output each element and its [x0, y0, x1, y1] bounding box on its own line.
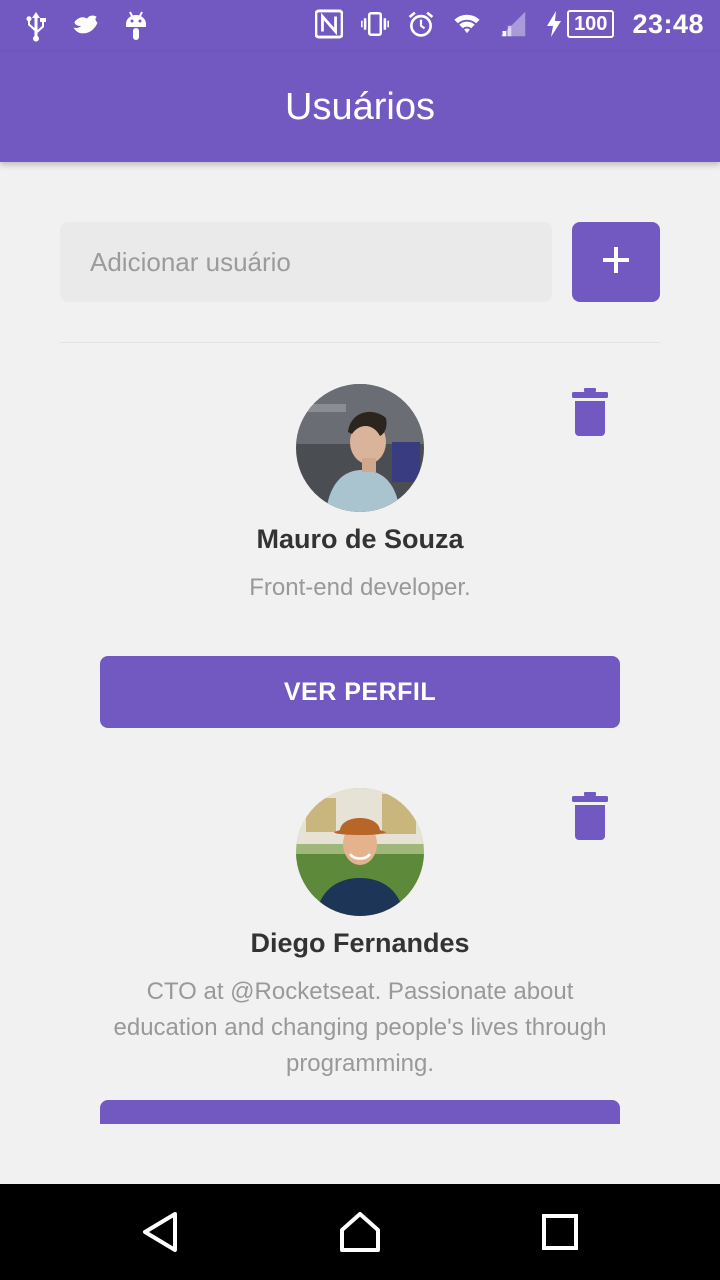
user-bio: Front-end developer. [249, 574, 471, 601]
clock: 23:48 [632, 8, 704, 39]
main-content[interactable]: Mauro de Souza Front-end developer. VER … [0, 162, 720, 1124]
user-bio: CTO at @Rocketseat. Passionate about edu… [113, 978, 607, 1077]
user-name: Diego Fernandes [250, 928, 470, 958]
wifi-icon [453, 8, 481, 40]
view-profile-button[interactable]: VER PERFIL [100, 656, 620, 728]
plus-icon [603, 246, 629, 278]
back-icon [140, 1210, 180, 1259]
vibrate-icon [361, 8, 390, 40]
recents-icon [541, 1213, 579, 1256]
status-bar: 100 23:48 [0, 0, 720, 52]
trash-icon [572, 387, 608, 441]
system-nav-bar [0, 1184, 720, 1280]
signal-icon [499, 8, 527, 40]
usb-icon [22, 10, 50, 42]
status-right-icons: 100 23:48 [315, 8, 704, 40]
alarm-icon [407, 8, 435, 40]
add-user-button[interactable] [572, 222, 660, 302]
add-user-input[interactable] [60, 222, 552, 302]
nfc-icon [315, 8, 344, 40]
recents-button[interactable] [538, 1212, 582, 1256]
divider [60, 342, 660, 343]
android-icon [122, 10, 150, 42]
view-profile-button[interactable]: VER PERFIL [100, 1100, 620, 1124]
back-button[interactable] [138, 1210, 182, 1259]
home-button[interactable] [338, 1210, 382, 1259]
add-user-form [60, 222, 660, 302]
page-title: Usuários [285, 85, 435, 128]
user-card: Diego Fernandes CTO at @Rocketseat. Pass… [60, 788, 660, 1124]
avatar [296, 788, 424, 916]
status-left-icons [22, 10, 150, 42]
bird-icon [72, 10, 100, 42]
home-icon [338, 1210, 382, 1259]
user-card: Mauro de Souza Front-end developer. VER … [60, 384, 660, 728]
user-name: Mauro de Souza [256, 524, 464, 554]
battery-indicator: 100 [545, 8, 615, 40]
app-bar: Usuários [0, 52, 720, 162]
battery-level: 100 [567, 10, 615, 38]
delete-user-button[interactable] [570, 791, 610, 845]
charging-icon [545, 8, 563, 40]
avatar [296, 384, 424, 512]
delete-user-button[interactable] [570, 387, 610, 441]
trash-icon [572, 791, 608, 845]
